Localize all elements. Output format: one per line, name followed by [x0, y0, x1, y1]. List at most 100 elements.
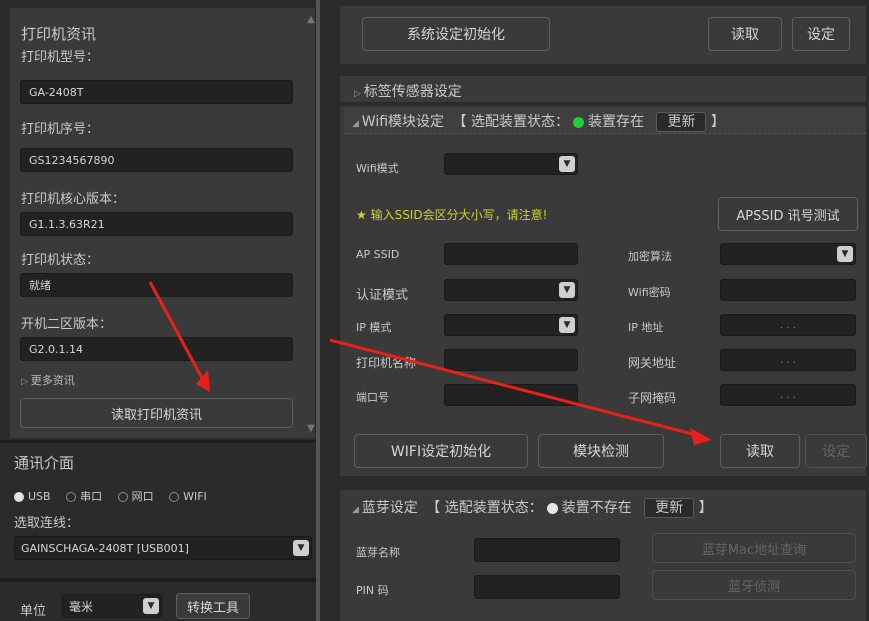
- wifi-password-field[interactable]: [720, 279, 856, 301]
- unit-select-value: 毫米: [69, 599, 94, 614]
- bt-pin-label: PIN 码: [356, 584, 389, 597]
- subnet-label: 子网掩码: [628, 391, 677, 405]
- port-label: 端口号: [356, 391, 389, 404]
- printer-info-title: 打印机资讯: [21, 25, 97, 43]
- bluetooth-status-prefix: 【 选配装置状态：: [426, 500, 543, 516]
- wifi-password-label: Wifi密码: [628, 286, 671, 299]
- sensor-title: ▷ 标签传感器设定: [354, 81, 462, 101]
- chevron-down-icon: ▼: [559, 282, 575, 298]
- bt-name-label: 蓝芽名称: [356, 546, 400, 559]
- wifi-read-button[interactable]: 读取: [720, 434, 800, 468]
- printer-serial-label: 打印机序号：: [21, 122, 100, 137]
- printer-model-label: 打印机型号：: [21, 50, 100, 65]
- radio-network[interactable]: 网口: [117, 490, 154, 503]
- select-connection-label: 选取连线：: [14, 516, 80, 531]
- radio-usb-label: USB: [28, 490, 51, 503]
- ip-mode-label: IP 模式: [356, 321, 392, 334]
- radio-network-label: 网口: [131, 490, 154, 503]
- unit-label: 单位: [20, 604, 47, 619]
- radio-serial-label: 串口: [80, 490, 103, 503]
- radio-wifi-label: WIFI: [183, 490, 207, 503]
- scroll-up-icon[interactable]: ▲: [305, 14, 317, 25]
- scroll-down-icon[interactable]: ▼: [305, 423, 317, 434]
- wifi-set-button[interactable]: 设定: [805, 434, 867, 468]
- bluetooth-title: ◢ 蓝芽设定 【 选配装置状态： 装置不存在 更新 】: [352, 497, 713, 518]
- printer-model-field: GA-2408T: [20, 80, 293, 104]
- wifi-init-button[interactable]: WIFI设定初始化: [354, 434, 528, 468]
- bluetooth-update-button[interactable]: 更新: [644, 498, 695, 518]
- module-detect-button[interactable]: 模块检测: [538, 434, 664, 468]
- printer-status-label: 打印机状态：: [21, 253, 100, 268]
- top-set-button[interactable]: 设定: [792, 17, 850, 51]
- port-field[interactable]: [444, 384, 578, 406]
- radio-wifi[interactable]: WIFI: [169, 490, 207, 503]
- ip-address-label: IP 地址: [628, 321, 664, 334]
- radio-usb[interactable]: USB: [14, 490, 51, 503]
- read-printer-info-button[interactable]: 读取打印机资讯: [20, 398, 293, 428]
- more-info-label: 更多资讯: [30, 374, 75, 387]
- gateway-field[interactable]: . . .: [720, 349, 856, 371]
- radio-serial[interactable]: 串口: [66, 490, 102, 503]
- more-info-toggle[interactable]: ▷ 更多资讯: [21, 372, 75, 388]
- comm-title: 通讯介面: [14, 454, 75, 472]
- unit-select[interactable]: 毫米 ▼: [62, 594, 162, 618]
- encryption-select[interactable]: ▼: [720, 243, 856, 265]
- wifi-title: ◢ Wifi模块设定 【 选配装置状态： 装置存在 更新 】: [352, 111, 725, 132]
- system-init-button[interactable]: 系统设定初始化: [362, 17, 550, 51]
- status-green-dot-icon: [572, 116, 584, 128]
- subnet-field[interactable]: . . .: [720, 384, 856, 406]
- wifi-status-text: 装置存在: [587, 114, 644, 130]
- wifi-status-suffix: 】: [710, 114, 725, 130]
- wifi-update-button[interactable]: 更新: [656, 112, 707, 132]
- gateway-label: 网关地址: [628, 356, 677, 370]
- printer-core-field: G1.1.3.63R21: [20, 212, 293, 236]
- encryption-label: 加密算法: [628, 250, 672, 263]
- comm-options: USB 串口 网口 WIFI: [14, 488, 207, 504]
- connection-select-value: GAINSCHAGA-2408T [USB001]: [21, 541, 189, 555]
- printer-zone2-field: G2.0.1.14: [20, 337, 293, 361]
- auth-mode-label: 认证模式: [356, 288, 409, 303]
- bt-name-field[interactable]: [474, 538, 620, 562]
- chevron-down-icon: ▼: [143, 598, 159, 614]
- collapse-triangle-icon[interactable]: ◢: [352, 505, 362, 515]
- chevron-down-icon: ▼: [837, 246, 853, 262]
- wifi-title-text: Wifi模块设定: [361, 114, 445, 130]
- chevron-down-icon: ▼: [559, 317, 575, 333]
- left-scrollbar[interactable]: ▲ ▼: [305, 14, 317, 434]
- sensor-title-text: 标签传感器设定: [363, 84, 462, 100]
- comm-separator: [0, 440, 316, 443]
- radio-usb-dot: [14, 492, 24, 502]
- connection-select[interactable]: GAINSCHAGA-2408T [USB001] ▼: [14, 536, 312, 560]
- printer-name-field[interactable]: [444, 349, 578, 371]
- chevron-down-icon: ▼: [293, 540, 309, 556]
- printer-zone2-label: 开机二区版本：: [21, 317, 113, 332]
- bluetooth-status-suffix: 】: [698, 500, 713, 516]
- bt-pin-field[interactable]: [474, 575, 620, 599]
- wifi-mode-select[interactable]: ▼: [444, 153, 578, 175]
- ap-ssid-field[interactable]: [444, 243, 578, 265]
- printer-name-label: 打印机名称: [356, 356, 417, 370]
- ip-mode-select[interactable]: ▼: [444, 314, 578, 336]
- ip-address-field[interactable]: . . .: [720, 314, 856, 336]
- bluetooth-title-text: 蓝芽设定: [361, 500, 418, 516]
- bluetooth-status-text: 装置不存在: [561, 500, 632, 516]
- radio-network-dot: [117, 492, 128, 502]
- wifi-status-prefix: 【 选配装置状态：: [452, 114, 569, 130]
- top-read-button[interactable]: 读取: [708, 17, 782, 51]
- radio-wifi-dot: [169, 492, 180, 502]
- printer-status-field: 就绪: [20, 273, 293, 297]
- status-white-dot-icon: [546, 502, 558, 514]
- bt-mac-query-button[interactable]: 蓝芽Mac地址查询: [652, 533, 856, 563]
- ap-ssid-label: AP SSID: [356, 248, 400, 261]
- ssid-note: ★ 输入SSID会区分大小写，请注意!: [356, 208, 548, 222]
- bt-detect-button[interactable]: 蓝牙侦测: [652, 570, 856, 600]
- radio-serial-dot: [66, 492, 77, 502]
- printer-serial-field: GS1234567890: [20, 148, 293, 172]
- apssid-test-button[interactable]: APSSID 讯号测试: [718, 197, 858, 231]
- convert-tool-button[interactable]: 转换工具: [176, 593, 250, 619]
- expand-triangle-icon: ▷: [21, 377, 31, 387]
- chevron-down-icon: ▼: [559, 156, 575, 172]
- collapse-triangle-icon[interactable]: ◢: [352, 119, 362, 129]
- auth-mode-select[interactable]: ▼: [444, 279, 578, 301]
- wifi-mode-label: Wifi模式: [356, 162, 399, 175]
